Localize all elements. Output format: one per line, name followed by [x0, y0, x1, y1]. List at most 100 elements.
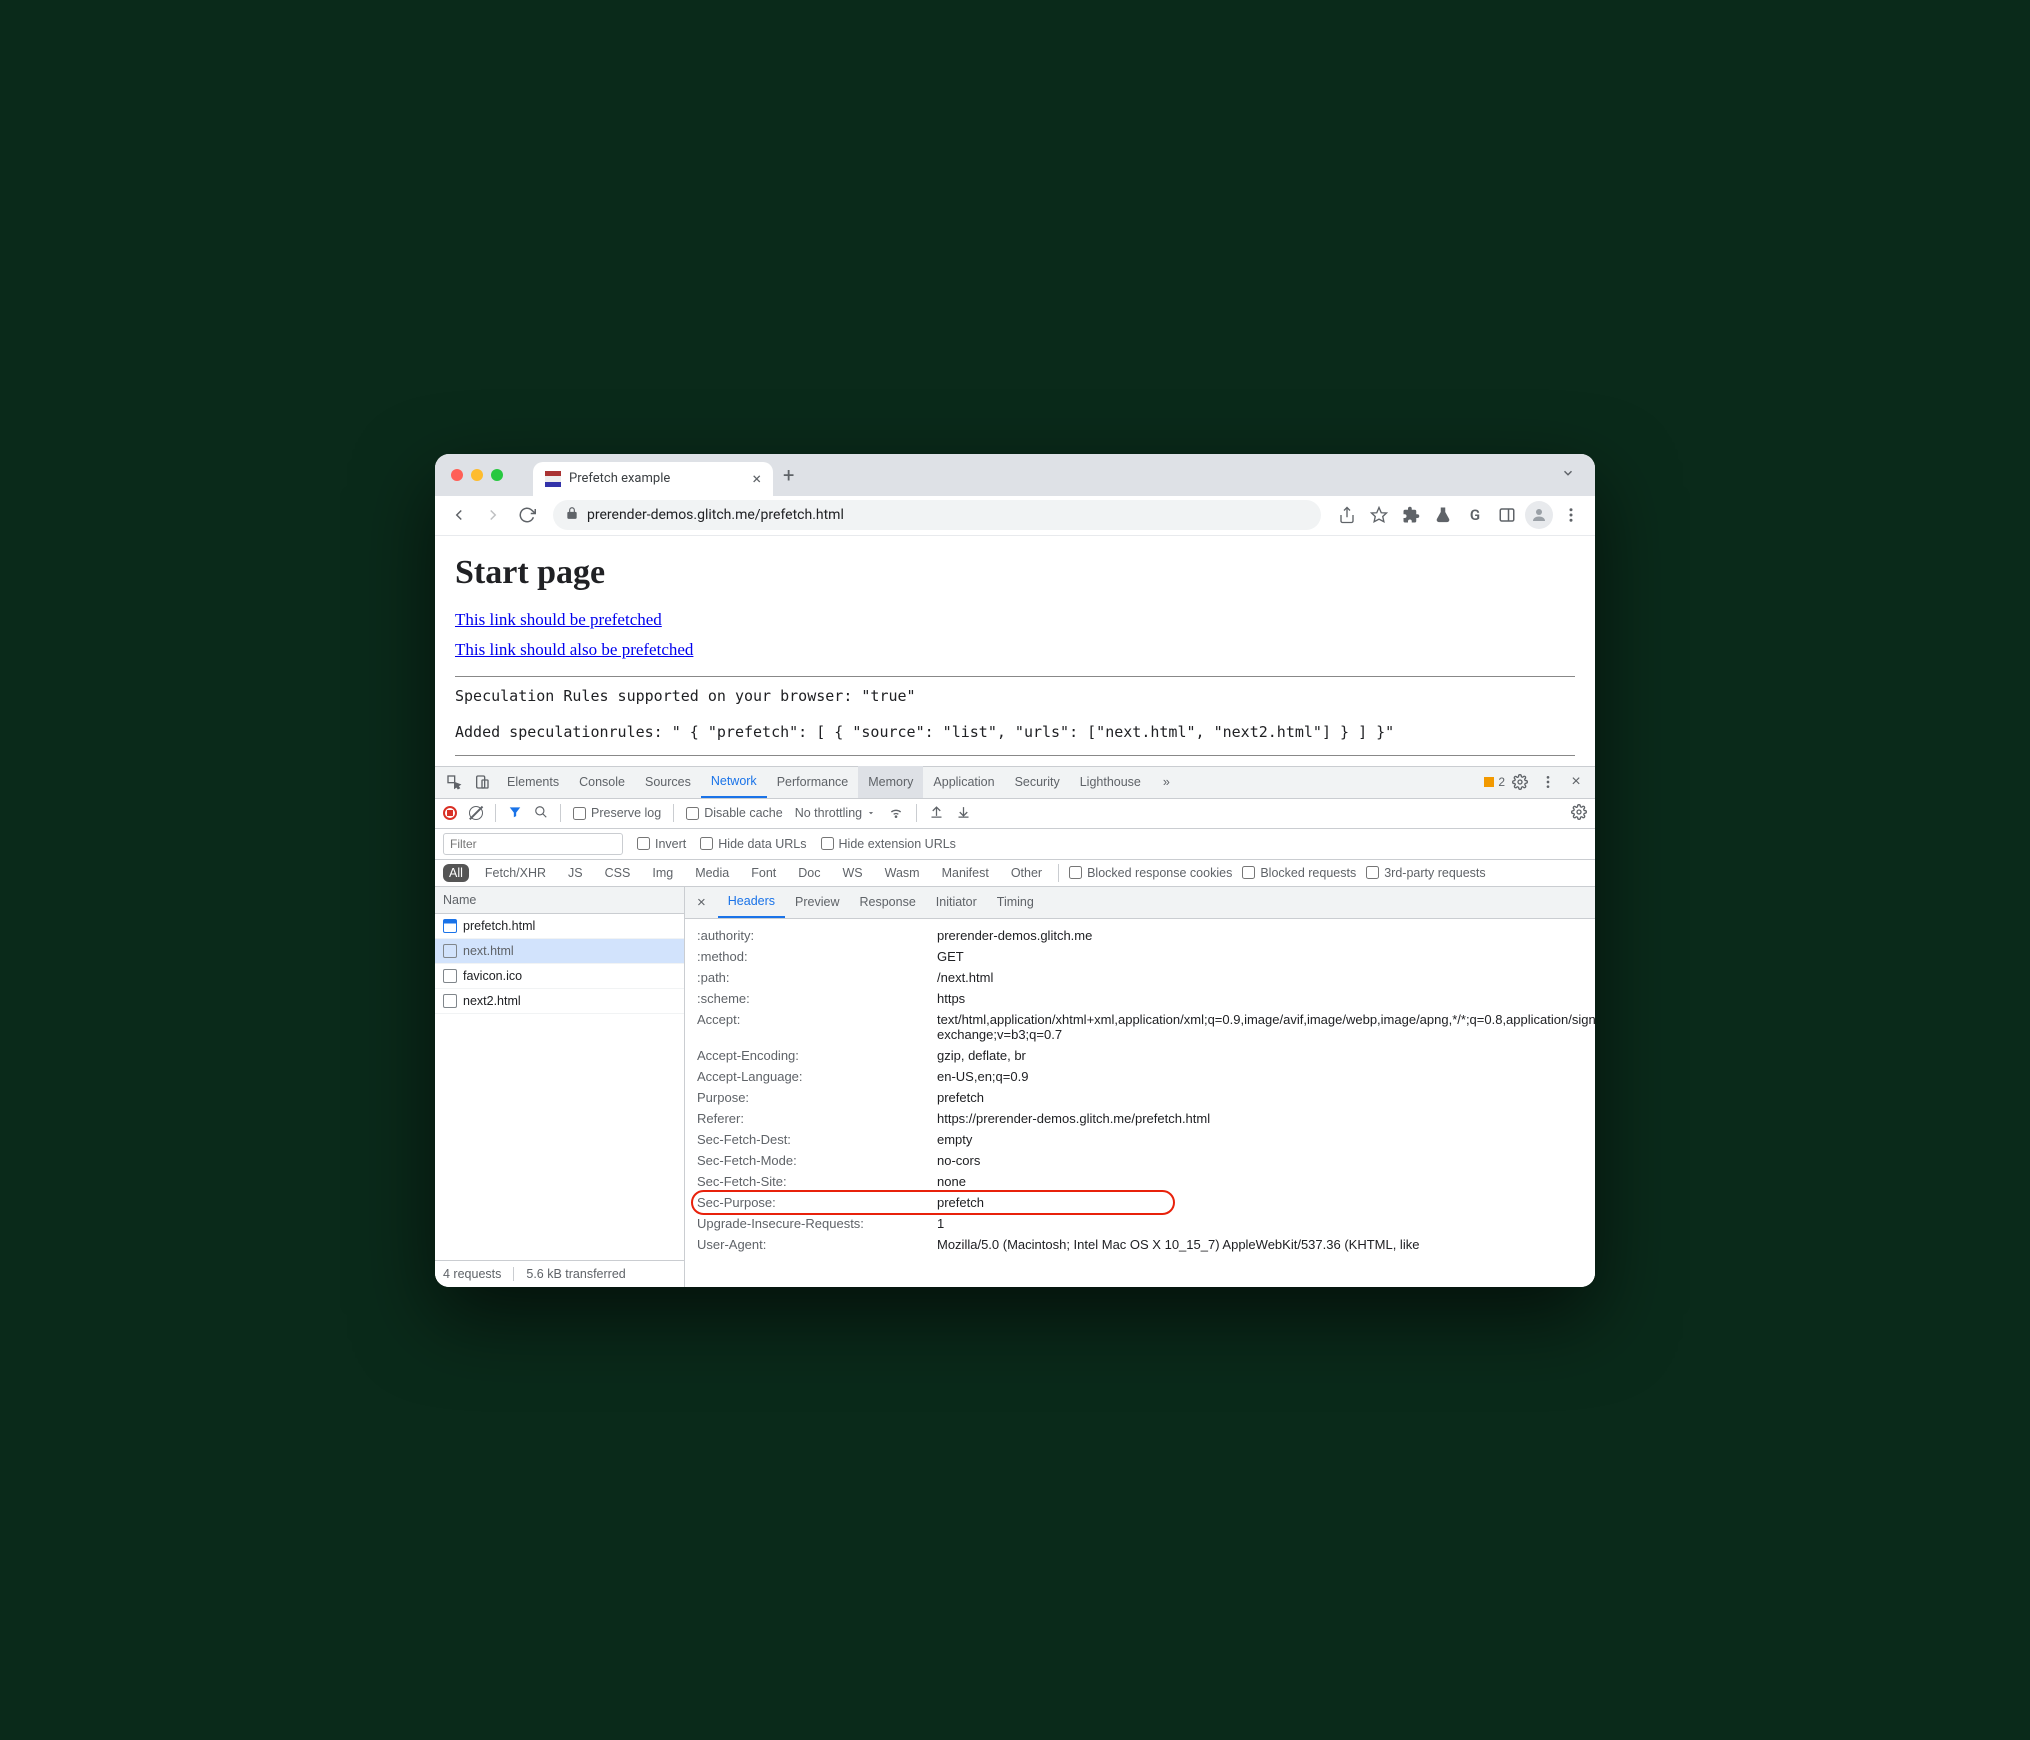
kebab-icon[interactable] — [1535, 769, 1561, 795]
address-bar[interactable]: prerender-demos.glitch.me/prefetch.html — [553, 500, 1321, 530]
detail-tab-headers[interactable]: Headers — [718, 887, 785, 919]
panel-tab-lighthouse[interactable]: Lighthouse — [1070, 766, 1151, 798]
close-window-button[interactable] — [451, 469, 463, 481]
import-har-icon[interactable] — [929, 804, 944, 822]
type-filter-fetchxhr[interactable]: Fetch/XHR — [479, 864, 552, 882]
header-value: no-cors — [937, 1153, 1595, 1168]
detail-tab-response[interactable]: Response — [849, 887, 925, 919]
disable-cache-checkbox[interactable]: Disable cache — [686, 806, 783, 820]
type-filter-js[interactable]: JS — [562, 864, 589, 882]
prefetch-link-2[interactable]: This link should also be prefetched — [455, 640, 693, 659]
prefetch-link-1[interactable]: This link should be prefetched — [455, 610, 662, 629]
type-filter-css[interactable]: CSS — [599, 864, 637, 882]
panel-tab-performance[interactable]: Performance — [767, 766, 859, 798]
header-value: GET — [937, 949, 1595, 964]
type-filter-all[interactable]: All — [443, 864, 469, 882]
header-name: Sec-Fetch-Mode: — [697, 1153, 937, 1168]
request-row[interactable]: favicon.ico — [435, 964, 684, 989]
request-list: Name prefetch.htmlnext.htmlfavicon.icone… — [435, 887, 685, 1287]
clear-button[interactable] — [469, 806, 483, 820]
panel-tab-elements[interactable]: Elements — [497, 766, 569, 798]
request-name: prefetch.html — [463, 919, 535, 933]
export-har-icon[interactable] — [956, 804, 971, 822]
type-filter-media[interactable]: Media — [689, 864, 735, 882]
forward-button[interactable] — [479, 501, 507, 529]
type-filter-img[interactable]: Img — [646, 864, 679, 882]
more-panels-icon[interactable]: » — [1153, 766, 1180, 798]
type-filter-font[interactable]: Font — [745, 864, 782, 882]
throttling-select[interactable]: No throttling — [795, 806, 876, 820]
labs-icon[interactable] — [1429, 501, 1457, 529]
panel-tab-security[interactable]: Security — [1005, 766, 1070, 798]
request-row[interactable]: next.html — [435, 939, 684, 964]
invert-checkbox[interactable]: Invert — [637, 837, 686, 851]
header-value: none — [937, 1174, 1595, 1189]
minimize-window-button[interactable] — [471, 469, 483, 481]
detail-tab-bar: × HeadersPreviewResponseInitiatorTiming — [685, 887, 1595, 919]
panel-tab-sources[interactable]: Sources — [635, 766, 701, 798]
blocked-cookies-checkbox[interactable]: Blocked response cookies — [1069, 866, 1232, 880]
devtools-panel: ElementsConsoleSourcesNetworkPerformance… — [435, 766, 1595, 1287]
inspect-icon[interactable] — [441, 769, 467, 795]
tabs-dropdown-icon[interactable] — [1561, 466, 1575, 484]
header-value: text/html,application/xhtml+xml,applicat… — [937, 1012, 1595, 1042]
header-value: https://prerender-demos.glitch.me/prefet… — [937, 1111, 1595, 1126]
blocked-requests-checkbox[interactable]: Blocked requests — [1242, 866, 1356, 880]
hide-extension-urls-checkbox[interactable]: Hide extension URLs — [821, 837, 956, 851]
hide-data-urls-checkbox[interactable]: Hide data URLs — [700, 837, 806, 851]
type-filter-ws[interactable]: WS — [836, 864, 868, 882]
header-value: en-US,en;q=0.9 — [937, 1069, 1595, 1084]
record-button[interactable] — [443, 806, 457, 820]
panel-tab-console[interactable]: Console — [569, 766, 635, 798]
type-filter-other[interactable]: Other — [1005, 864, 1048, 882]
g-icon[interactable]: G — [1461, 501, 1489, 529]
settings-icon[interactable] — [1507, 769, 1533, 795]
preserve-log-checkbox[interactable]: Preserve log — [573, 806, 661, 820]
close-details-icon[interactable]: × — [689, 894, 714, 911]
type-filter-manifest[interactable]: Manifest — [936, 864, 995, 882]
header-name: Sec-Fetch-Dest: — [697, 1132, 937, 1147]
request-row[interactable]: prefetch.html — [435, 914, 684, 939]
close-devtools-icon[interactable]: × — [1563, 769, 1589, 795]
detail-tab-preview[interactable]: Preview — [785, 887, 849, 919]
maximize-window-button[interactable] — [491, 469, 503, 481]
reload-button[interactable] — [513, 501, 541, 529]
back-button[interactable] — [445, 501, 473, 529]
share-icon[interactable] — [1333, 501, 1361, 529]
warnings-badge[interactable]: 2 — [1484, 775, 1505, 789]
third-party-checkbox[interactable]: 3rd-party requests — [1366, 866, 1485, 880]
search-icon[interactable] — [534, 805, 548, 822]
filter-icon[interactable] — [508, 805, 522, 822]
extensions-icon[interactable] — [1397, 501, 1425, 529]
panel-tab-network[interactable]: Network — [701, 766, 767, 798]
resource-icon — [443, 969, 457, 983]
type-filter-wasm[interactable]: Wasm — [879, 864, 926, 882]
page-heading: Start page — [455, 554, 1575, 592]
detail-tab-initiator[interactable]: Initiator — [926, 887, 987, 919]
network-settings-icon[interactable] — [1571, 804, 1587, 823]
panel-tab-application[interactable]: Application — [923, 766, 1004, 798]
detail-tab-timing[interactable]: Timing — [987, 887, 1044, 919]
header-name: Accept-Encoding: — [697, 1048, 937, 1063]
header-row: Sec-Fetch-Dest:empty — [697, 1129, 1595, 1150]
type-filter-doc[interactable]: Doc — [792, 864, 826, 882]
request-row[interactable]: next2.html — [435, 989, 684, 1014]
network-toolbar: Preserve log Disable cache No throttling — [435, 799, 1595, 829]
new-tab-button[interactable]: + — [783, 463, 794, 487]
network-conditions-icon[interactable] — [888, 804, 904, 823]
panel-tab-memory[interactable]: Memory — [858, 766, 923, 798]
profile-icon[interactable] — [1525, 501, 1553, 529]
header-name: Purpose: — [697, 1090, 937, 1105]
menu-icon[interactable] — [1557, 501, 1585, 529]
header-name: Upgrade-Insecure-Requests: — [697, 1216, 937, 1231]
request-name: next2.html — [463, 994, 521, 1008]
browser-toolbar: prerender-demos.glitch.me/prefetch.html … — [435, 496, 1595, 536]
bookmark-icon[interactable] — [1365, 501, 1393, 529]
side-panel-icon[interactable] — [1493, 501, 1521, 529]
filter-input[interactable] — [443, 833, 623, 855]
browser-tab[interactable]: Prefetch example × — [533, 462, 773, 496]
device-icon[interactable] — [469, 769, 495, 795]
lock-icon — [565, 506, 579, 524]
close-tab-icon[interactable]: × — [752, 469, 761, 488]
divider — [455, 755, 1575, 756]
